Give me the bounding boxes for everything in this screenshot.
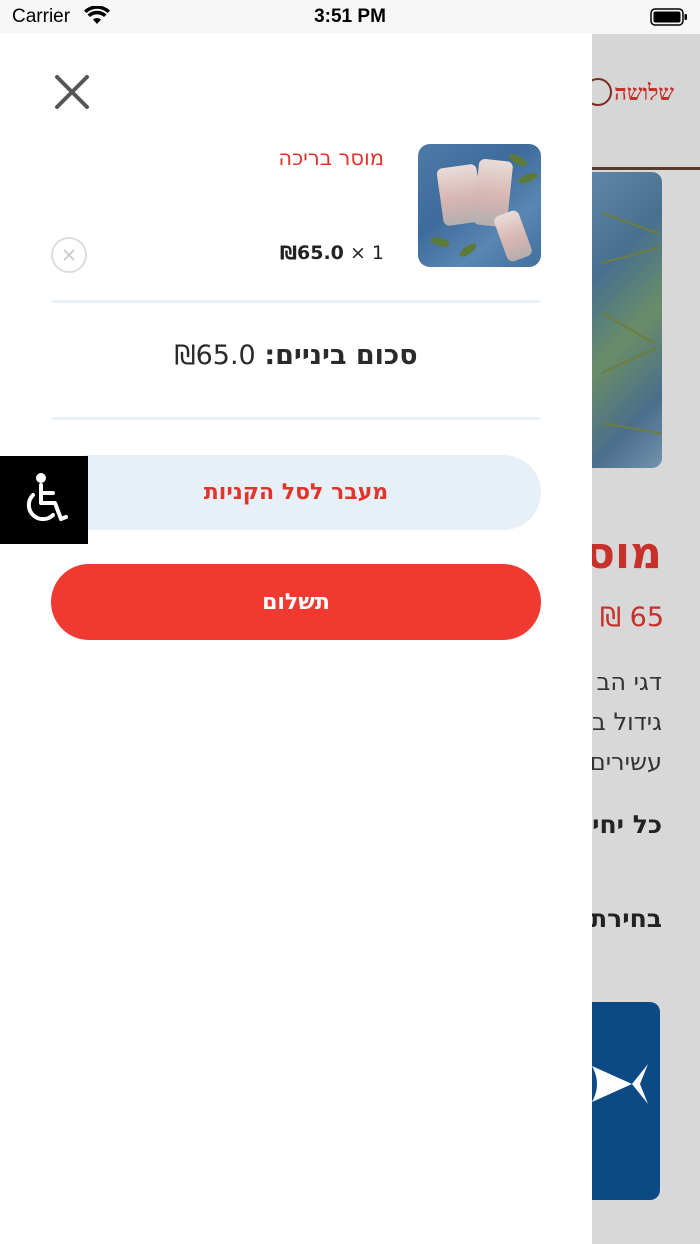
subtotal-value: ₪65.0 — [174, 340, 256, 371]
subtotal-row: ₪65.0 סכום ביניים: — [0, 340, 592, 371]
site-logo: שלושה — [614, 80, 674, 106]
cart-item-quantity: 1 — [371, 242, 384, 264]
remove-item-button[interactable] — [51, 237, 87, 273]
fish-icon — [592, 1064, 648, 1104]
remove-item-icon — [63, 249, 75, 261]
product-title: מוס — [592, 528, 662, 579]
clock: 3:51 PM — [314, 6, 386, 27]
battery-icon — [650, 8, 687, 26]
logo-badge-icon — [592, 78, 612, 106]
divider — [51, 300, 541, 303]
product-price: 65 ₪ — [599, 602, 664, 633]
view-cart-button[interactable]: מעבר לסל הקניות — [51, 455, 541, 530]
description-line: גידול ב — [592, 708, 662, 736]
option-card — [592, 1002, 660, 1200]
mini-cart-drawer: מוסר בריכה ₪65.0 × 1 ₪65.0 סכום ביניים: … — [0, 34, 592, 1244]
subtotal-label: סכום ביניים: — [264, 340, 418, 371]
description-line: עשירים — [592, 748, 662, 776]
description-line: דגי הב — [596, 668, 662, 696]
cart-item-quantity-price: ₪65.0 × 1 — [280, 242, 384, 264]
selection-heading: בחירת — [592, 904, 662, 933]
description-bold-line: כל יחי — [592, 810, 662, 839]
accessibility-button[interactable] — [0, 456, 88, 544]
status-bar: Carrier 3:51 PM — [0, 0, 700, 34]
wheelchair-icon — [26, 473, 68, 522]
times-sign: × — [349, 242, 366, 264]
cart-item-name[interactable]: מוסר בריכה — [278, 146, 384, 170]
divider — [51, 417, 541, 420]
product-image — [592, 172, 662, 468]
cart-item-thumbnail[interactable] — [418, 144, 541, 267]
background-product-page: שלושה מוס 65 ₪ דגי הב גידול ב עשירים כל … — [592, 34, 700, 1244]
cart-item-price: ₪65.0 — [279, 242, 344, 264]
close-icon[interactable] — [52, 72, 92, 112]
background-header: שלושה — [592, 34, 700, 170]
checkout-button[interactable]: תשלום — [51, 564, 541, 640]
